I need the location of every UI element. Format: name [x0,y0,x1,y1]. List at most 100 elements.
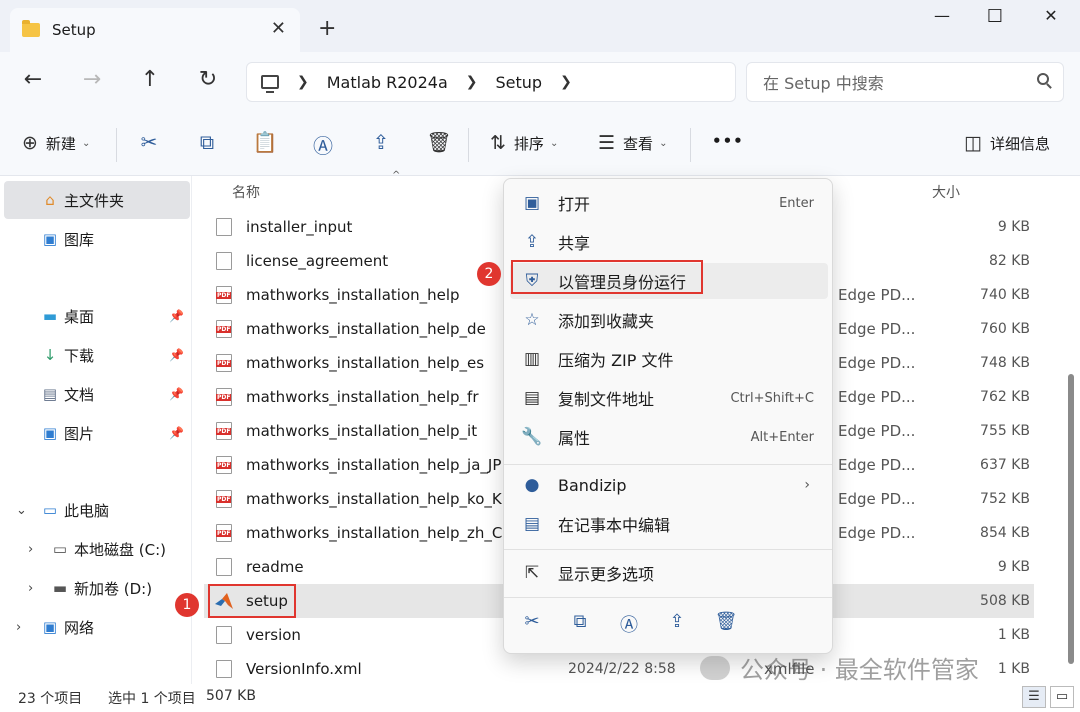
menu-item-share[interactable]: ⇪ 共享 [510,224,828,260]
new-button[interactable]: ⊕ 新建 ⌄ [22,132,90,154]
view-label: 查看 [623,134,654,153]
menu-item-compress-zip[interactable]: ▥ 压缩为 ZIP 文件 [510,341,828,377]
chevron-down-icon[interactable]: ⌄ [16,503,27,518]
chevron-right-icon[interactable]: ❯ [560,74,572,90]
file-size: 9 KB [997,559,1030,575]
copy-icon[interactable]: ⧉ [193,130,221,154]
pdf-file-icon [216,388,232,406]
context-menu: ▣ 打开 Enter ⇪ 共享 ⛨ 以管理员身份运行 ☆ 添加到收藏夹 ▥ 压缩… [503,178,833,654]
share-icon[interactable]: ⇪ [367,130,395,154]
menu-item-add-favorite[interactable]: ☆ 添加到收藏夹 [510,302,828,338]
status-bar: 23 个项目 选中 1 个项目 507 KB ☰ ▭ [0,684,1080,712]
pin-icon[interactable]: 📌 [169,309,184,323]
pin-icon[interactable]: 📌 [169,387,184,401]
view-button[interactable]: ☰ 查看 ⌄ [598,132,667,154]
tab-setup[interactable]: Setup ✕ [10,8,300,52]
pdf-file-icon [216,490,232,508]
file-type: Edge PD... [838,286,916,304]
file-size: 762 KB [980,389,1030,405]
file-name: mathworks_installation_help [246,286,460,304]
more-options-button[interactable]: ••• [712,132,744,150]
vertical-scrollbar[interactable] [1068,374,1074,664]
chevron-right-icon[interactable]: › [28,581,33,596]
paste-icon[interactable]: 📋 [251,130,279,154]
pdf-file-icon [216,524,232,542]
navigation-pane: ⌂ 主文件夹 ▣ 图库 ▬ 桌面 📌 ↓ 下载 📌 ▤ 文档 📌 ▣ 图片 📌 [0,176,192,684]
pin-icon[interactable]: 📌 [169,426,184,440]
search-input[interactable]: 在 Setup 中搜索 [746,62,1064,102]
nav-item-new-volume[interactable]: › ▬ 新加卷 (D:) [4,569,190,607]
rename-icon[interactable]: Ⓐ [615,611,643,637]
nav-item-local-disk[interactable]: › ▭ 本地磁盘 (C:) [4,530,190,568]
copy-icon[interactable]: ⧉ [566,611,594,632]
column-header-name[interactable]: 名称 [232,182,260,202]
nav-item-home[interactable]: ⌂ 主文件夹 [4,181,190,219]
menu-item-bandizip[interactable]: ● Bandizip › [510,467,828,503]
chevron-right-icon[interactable]: › [28,542,33,557]
cut-icon[interactable]: ✂ [135,130,163,154]
highlight-setup [208,584,296,618]
nav-item-desktop[interactable]: ▬ 桌面 📌 [4,297,190,335]
breadcrumb-setup[interactable]: Setup [495,73,542,92]
nav-item-network[interactable]: › ▣ 网络 [4,608,190,646]
file-icon [216,252,232,270]
cut-icon[interactable]: ✂ [518,611,546,632]
rename-icon[interactable]: Ⓐ [309,130,337,159]
nav-label: 网络 [64,618,95,637]
chevron-right-icon[interactable]: ❯ [466,74,478,90]
menu-label: 属性 [558,429,591,448]
file-type: Edge PD... [838,490,916,508]
nav-item-pictures[interactable]: ▣ 图片 📌 [4,414,190,452]
back-arrow-icon[interactable]: ← [18,67,48,92]
nav-label: 主文件夹 [64,191,125,210]
tiles-view-icon[interactable]: ▭ [1050,686,1074,708]
forward-arrow-icon[interactable]: → [77,67,107,92]
file-size: 637 KB [980,457,1030,473]
pdf-file-icon [216,422,232,440]
address-row: ← → ↑ ↻ ❯ Matlab R2024a ❯ Setup ❯ 在 Setu… [0,52,1080,114]
maximize-button[interactable]: ☐ [980,6,1010,27]
delete-icon[interactable]: 🗑 [425,130,453,154]
chevron-right-icon[interactable]: › [16,620,21,635]
close-window-button[interactable]: ✕ [1036,6,1066,25]
column-header-size[interactable]: 大小 [932,182,960,202]
file-name: mathworks_installation_help_ja_JP [246,456,502,474]
copy-path-icon: ▤ [523,388,541,408]
selected-count: 选中 1 个项目 [108,691,196,707]
tab-title: Setup [52,21,96,39]
download-icon: ↓ [43,346,57,364]
nav-item-documents[interactable]: ▤ 文档 📌 [4,375,190,413]
chevron-right-icon[interactable]: ❯ [297,74,309,90]
file-size: 760 KB [980,321,1030,337]
computer-icon: ▭ [42,501,58,519]
nav-item-downloads[interactable]: ↓ 下载 📌 [4,336,190,374]
file-icon [216,660,232,678]
up-arrow-icon[interactable]: ↑ [135,67,165,92]
menu-item-more-options[interactable]: ⇱ 显示更多选项 [510,555,828,591]
details-button[interactable]: ◫ 详细信息 [964,132,1050,154]
menu-item-edit-notepad[interactable]: ▤ 在记事本中编辑 [510,506,828,542]
watermark: 公众号 · 最全软件管家 [700,650,979,685]
menu-item-properties[interactable]: 🔧 属性 Alt+Enter [510,419,828,455]
new-tab-button[interactable]: + [318,16,336,41]
refresh-icon[interactable]: ↻ [193,67,223,92]
menu-label: 压缩为 ZIP 文件 [558,351,674,370]
file-name: mathworks_installation_help_fr [246,388,479,406]
menu-divider [504,549,832,550]
file-size: 748 KB [980,355,1030,371]
menu-item-copy-path[interactable]: ▤ 复制文件地址 Ctrl+Shift+C [510,380,828,416]
pin-icon[interactable]: 📌 [169,348,184,362]
nav-item-gallery[interactable]: ▣ 图库 [4,220,190,258]
drive-icon: ▬ [52,579,68,597]
sort-button[interactable]: ⇅ 排序 ⌄ [490,132,558,154]
minimize-button[interactable]: — [927,6,957,25]
nav-item-this-pc[interactable]: ⌄ ▭ 此电脑 [4,491,190,529]
delete-icon[interactable]: 🗑 [712,611,740,632]
close-tab-icon[interactable]: ✕ [271,18,286,39]
details-view-icon[interactable]: ☰ [1022,686,1046,708]
breadcrumb[interactable]: ❯ Matlab R2024a ❯ Setup ❯ [246,62,736,102]
share-icon[interactable]: ⇪ [663,611,691,632]
menu-item-open[interactable]: ▣ 打开 Enter [510,185,828,221]
nav-label: 文档 [64,385,95,404]
breadcrumb-matlab[interactable]: Matlab R2024a [327,73,448,92]
